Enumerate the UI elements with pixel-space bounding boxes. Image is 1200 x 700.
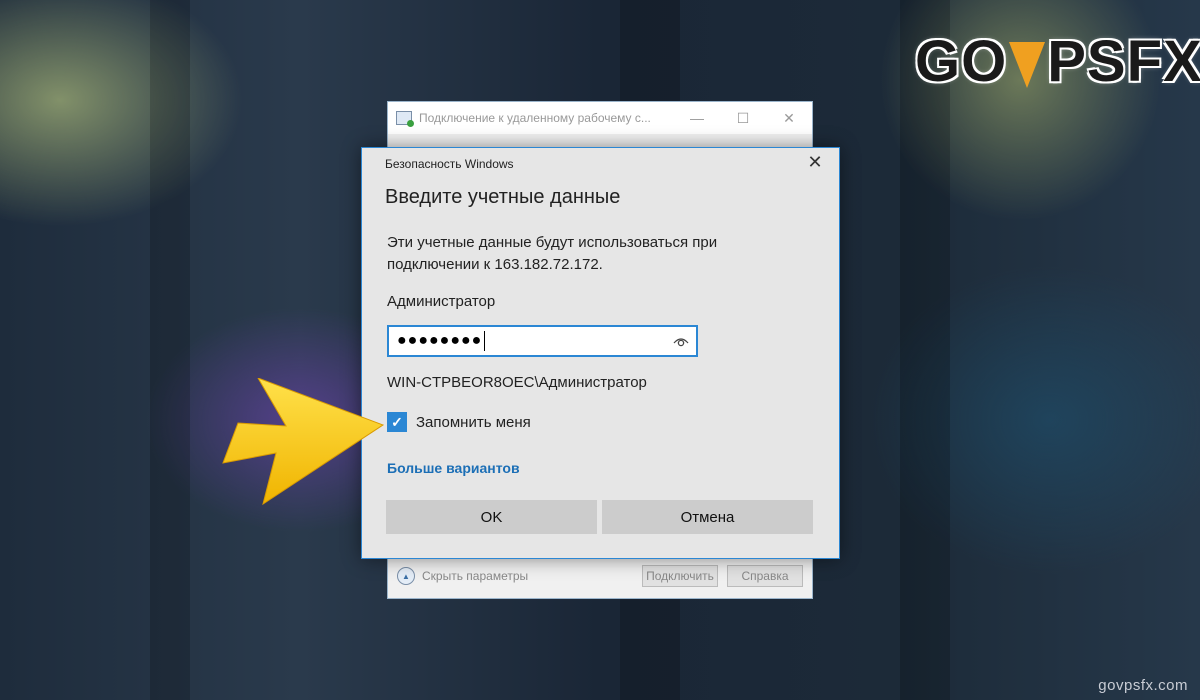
remember-me-checkbox[interactable]: ✓ xyxy=(387,412,407,432)
chevron-up-icon[interactable]: ▲ xyxy=(397,567,415,585)
connect-button[interactable]: Подключить xyxy=(642,565,718,587)
rdp-bottom-bar: ▲ Скрыть параметры Подключить Справка xyxy=(388,554,812,598)
remember-me-label[interactable]: Запомнить меня xyxy=(416,414,531,431)
watermark: govpsfx.com xyxy=(1098,677,1188,694)
rdp-titlebar: Подключение к удаленному рабочему с... —… xyxy=(388,102,812,134)
logo-v-mark xyxy=(1009,42,1046,88)
pointer-arrow-icon xyxy=(222,378,385,506)
cancel-button[interactable]: Отмена xyxy=(602,500,813,534)
dialog-window-title: Безопасность Windows xyxy=(385,157,514,171)
logo: GO PSFX xyxy=(915,28,1200,94)
help-button[interactable]: Справка xyxy=(727,565,803,587)
dialog-heading: Введите учетные данные xyxy=(385,186,621,208)
credentials-dialog: Безопасность Windows ✕ Введите учетные д… xyxy=(361,147,840,559)
remember-me-row[interactable]: ✓ Запомнить меня xyxy=(387,412,531,432)
password-value: ●●●●●●●● xyxy=(397,332,483,349)
minimize-button[interactable]: — xyxy=(674,110,720,126)
ok-button[interactable]: OK xyxy=(386,500,597,534)
eye-icon[interactable] xyxy=(673,334,689,348)
dialog-close-button[interactable]: ✕ xyxy=(805,152,825,173)
rdp-window-title: Подключение к удаленному рабочему с... xyxy=(419,111,651,125)
username-label: Администратор xyxy=(387,293,496,310)
hide-options-link[interactable]: Скрыть параметры xyxy=(422,569,642,583)
remote-desktop-icon xyxy=(396,111,414,127)
maximize-button[interactable]: ☐ xyxy=(720,110,766,127)
domain-user-label: WIN-CTPBEOR8OEC\Администратор xyxy=(387,374,647,391)
more-options-link[interactable]: Больше вариантов xyxy=(387,460,520,476)
logo-text-right: PSFX xyxy=(1047,28,1200,94)
logo-text-left: GO xyxy=(915,28,1008,94)
dialog-description: Эти учетные данные будут использоваться … xyxy=(387,234,718,273)
password-field[interactable]: ●●●●●●●● xyxy=(387,325,698,357)
rdp-close-button[interactable]: ✕ xyxy=(766,110,812,127)
text-caret xyxy=(484,331,486,351)
